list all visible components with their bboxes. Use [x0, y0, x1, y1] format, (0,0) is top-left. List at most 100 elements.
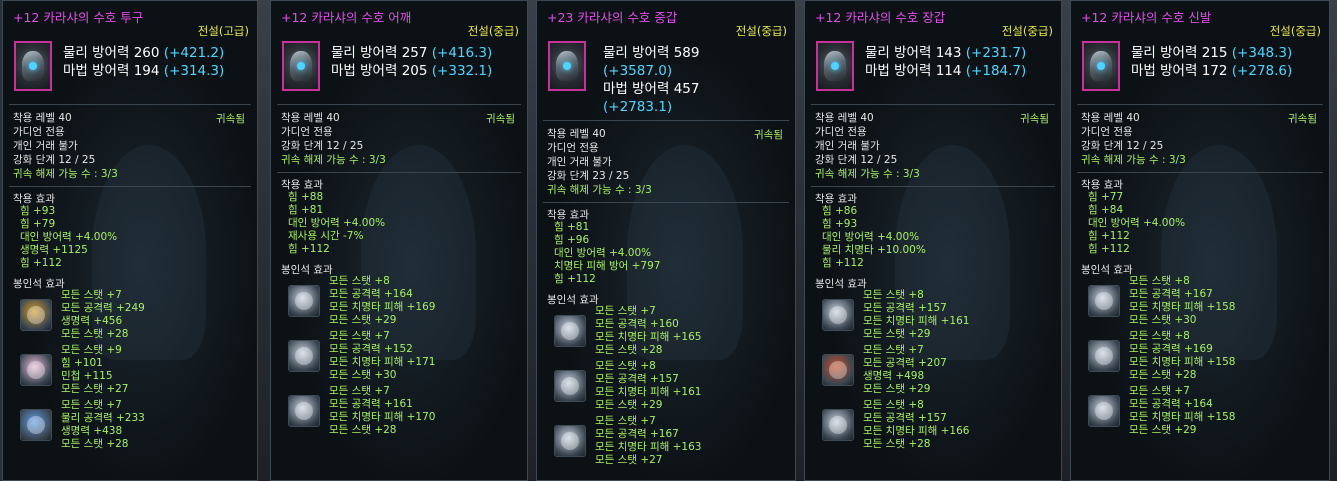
seal-stone-line: 모든 공격력 +152: [329, 343, 413, 355]
seal-stone-line: 모든 스탯 +27: [595, 454, 663, 466]
enhance-level: 강화 단계 12 / 25: [815, 153, 920, 167]
seal-stone-line: 민첩 +115: [61, 370, 113, 382]
seal-stone-line: 모든 스탯 +28: [61, 438, 129, 450]
phys-def-value: 589: [673, 45, 700, 61]
seal-stone-line: 모든 스탯 +30: [329, 369, 397, 381]
griffin-stone-icon: [822, 409, 854, 441]
seal-stone-line: 모든 공격력 +157: [595, 373, 679, 385]
class-restriction: 가디언 전용: [1081, 126, 1133, 138]
required-level: 착용 레벨 40: [815, 111, 920, 125]
seal-stone-line: 생명력 +498: [863, 370, 925, 382]
icon-gem: [1097, 62, 1105, 70]
griffin-stone-icon: [554, 315, 586, 347]
fire-beast-stone-icon: [822, 354, 854, 386]
item-grade: 전설(중급): [467, 24, 519, 38]
equip-effects-title: 착용 효과: [547, 209, 589, 221]
enhance-label: 강화 단계: [547, 170, 589, 182]
class-restriction: 가디언 전용: [815, 126, 867, 138]
griffin-stone-icon: [1088, 285, 1120, 317]
phys-def-bonus: (+421.2): [163, 45, 225, 61]
item-tooltip-panel: +12 카라샤의 수호 신발 전설(중급) 물리 방어력 215 (+348.3) 마…: [1070, 0, 1330, 481]
effect-line: 힘 +86: [822, 205, 858, 217]
phys-def-label: 물리 방어력: [1131, 45, 1198, 61]
enhance-level: 강화 단계 12 / 25: [1081, 139, 1186, 153]
seal-stone-line: 모든 스탯 +7: [329, 330, 390, 342]
phys-def-label: 물리 방어력: [603, 45, 670, 61]
defense-stats: 물리 방어력 215 (+348.3) 마법 방어력 172 (+278.6): [1131, 44, 1292, 80]
armor-icon: [548, 41, 586, 91]
seal-stone-line: 모든 치명타 피해 +158: [1129, 301, 1236, 313]
seal-stone-line: 모든 치명타 피해 +170: [329, 411, 436, 423]
seal-stone-line: 모든 스탯 +29: [329, 314, 397, 326]
mag-def-line: 마법 방어력 114 (+184.7): [865, 62, 1026, 80]
effect-line: 힘 +112: [1088, 243, 1130, 255]
seal-stone-stats: 모든 스탯 +8 모든 공격력 +167 모든 치명타 피해 +158 모든 스탯 +…: [1129, 275, 1235, 327]
seal-stone-stats: 모든 스탯 +7 모든 공격력 +161 모든 치명타 피해 +170 모든 스탯 +…: [329, 385, 435, 437]
effect-line: 힘 +96: [554, 234, 590, 246]
effect-line: 대인 방어력 +4.00%: [20, 231, 118, 243]
divider: [811, 104, 1055, 105]
item-tooltip-panel: +12 카라샤의 수호 어깨전설(중급) 물리 방어력 257 (+416.3) 마…: [270, 0, 528, 481]
effect-line: 힘 +79: [20, 218, 56, 230]
seal-stone-line: 생명력 +456: [61, 315, 123, 327]
item-title: +12 카라샤의 수호 신발: [1081, 10, 1212, 25]
effect-line: 대인 방어력 +4.00%: [288, 217, 386, 229]
effect-line: 힘 +77: [1088, 191, 1124, 203]
enhance-value: 12 / 25: [326, 140, 364, 152]
effect-line: 힘 +112: [822, 257, 864, 269]
seal-stone-line: 모든 스탯 +7: [61, 399, 122, 411]
seal-stone-line: 모든 스탯 +8: [863, 289, 924, 301]
seal-stone-line: 모든 치명타 피해 +171: [329, 356, 436, 368]
mag-def-line: 마법 방어력 457: [603, 80, 699, 98]
item-title: +23 카라샤의 수호 중갑: [547, 10, 678, 25]
phys-def-bonus: (+3587.0): [603, 63, 673, 79]
enhance-level: 강화 단계 12 / 25: [281, 139, 386, 153]
seal-stone-line: 모든 스탯 +7: [595, 305, 656, 317]
equip-effects-title: 착용 효과: [1081, 179, 1123, 191]
seal-stone-stats: 모든 스탯 +7 모든 공격력 +167 모든 치명타 피해 +163 모든 스탯 +…: [595, 415, 701, 467]
effect-line: 대인 방어력 +4.00%: [554, 247, 652, 259]
enhance-label: 강화 단계: [1081, 140, 1123, 152]
seal-stone-line: 모든 치명타 피해 +158: [1129, 356, 1236, 368]
mag-def-value: 205: [401, 63, 428, 79]
item-info: 착용 레벨 40 가디언 전용 강화 단계 12 / 25 귀속 해제 가능 수 : …: [1081, 111, 1186, 167]
item-info: 착용 레벨 40 가디언 전용 개인 거래 불가 강화 단계 12 / 25 귀속 해제…: [815, 111, 920, 181]
mag-def-label: 마법 방어력: [865, 63, 932, 79]
required-level-value: 40: [326, 112, 340, 124]
unbind-label: 귀속 해제 가능 수 :: [547, 184, 632, 196]
item-info: 착용 레벨 40 가디언 전용 강화 단계 12 / 25 귀속 해제 가능 수 : …: [281, 111, 386, 167]
trade-restriction: 개인 거래 불가: [13, 140, 78, 152]
phys-def-bonus: (+231.7): [965, 45, 1027, 61]
class-restriction: 가디언 전용: [13, 126, 65, 138]
mag-def-bonus: (+314.3): [163, 63, 225, 79]
seal-stone: 모든 스탯 +9 힘 +101 민첩 +115 모든 스탯 +27: [13, 344, 213, 396]
class-restriction: 가디언 전용: [281, 126, 333, 138]
seal-stone: 모든 스탯 +8 모든 공격력 +164 모든 치명타 피해 +169 모든 스탯 +…: [281, 275, 481, 327]
seal-stone-line: 모든 공격력 +167: [595, 428, 679, 440]
seal-stone-stats: 모든 스탯 +7 물리 공격력 +233 생명력 +438 모든 스탯 +28: [61, 399, 145, 451]
defense-stats: 물리 방어력 257 (+416.3) 마법 방어력 205 (+332.1): [331, 44, 492, 80]
equip-effects-list: 힘 +93 힘 +79 대인 방어력 +4.00% 생명력 +1125 힘 +112: [20, 205, 117, 270]
effect-line: 힘 +81: [554, 221, 590, 233]
background-gap: [258, 0, 270, 481]
divider: [1077, 104, 1323, 105]
seal-stone: 모든 스탯 +8 모든 공격력 +167 모든 치명타 피해 +158 모든 스탯 +…: [1081, 275, 1281, 327]
equip-effects-list: 힘 +77 힘 +84 대인 방어력 +4.00% 힘 +112 힘 +112: [1088, 191, 1185, 256]
dragon-stone-icon: [20, 299, 52, 331]
required-level-value: 40: [592, 128, 606, 140]
unbind-count: 귀속 해제 가능 수 : 3/3: [13, 167, 118, 181]
mag-def-line: 마법 방어력 172 (+278.6): [1131, 62, 1292, 80]
enhance-level: 강화 단계 12 / 25: [13, 153, 118, 167]
seal-stone-line: 생명력 +438: [61, 425, 123, 437]
seal-stone-line: 모든 스탯 +8: [329, 275, 390, 287]
item-grade: 전설(중급): [735, 24, 787, 38]
item-title: +12 카라샤의 수호 어깨: [281, 10, 412, 25]
griffin-stone-icon: [288, 285, 320, 317]
item-grade: 전설(고급): [197, 24, 249, 38]
mag-def-label: 마법 방어력: [331, 63, 398, 79]
seal-stone-line: 모든 공격력 +164: [1129, 398, 1213, 410]
enhance-label: 강화 단계: [815, 154, 857, 166]
seal-stone-line: 모든 스탯 +29: [863, 383, 931, 395]
seal-stone: 모든 스탯 +7 모든 공격력 +249 생명력 +456 모든 스탯 +28: [13, 289, 213, 341]
seal-stone-stats: 모든 스탯 +8 모든 공격력 +169 모든 치명타 피해 +158 모든 스탯 +…: [1129, 330, 1235, 382]
